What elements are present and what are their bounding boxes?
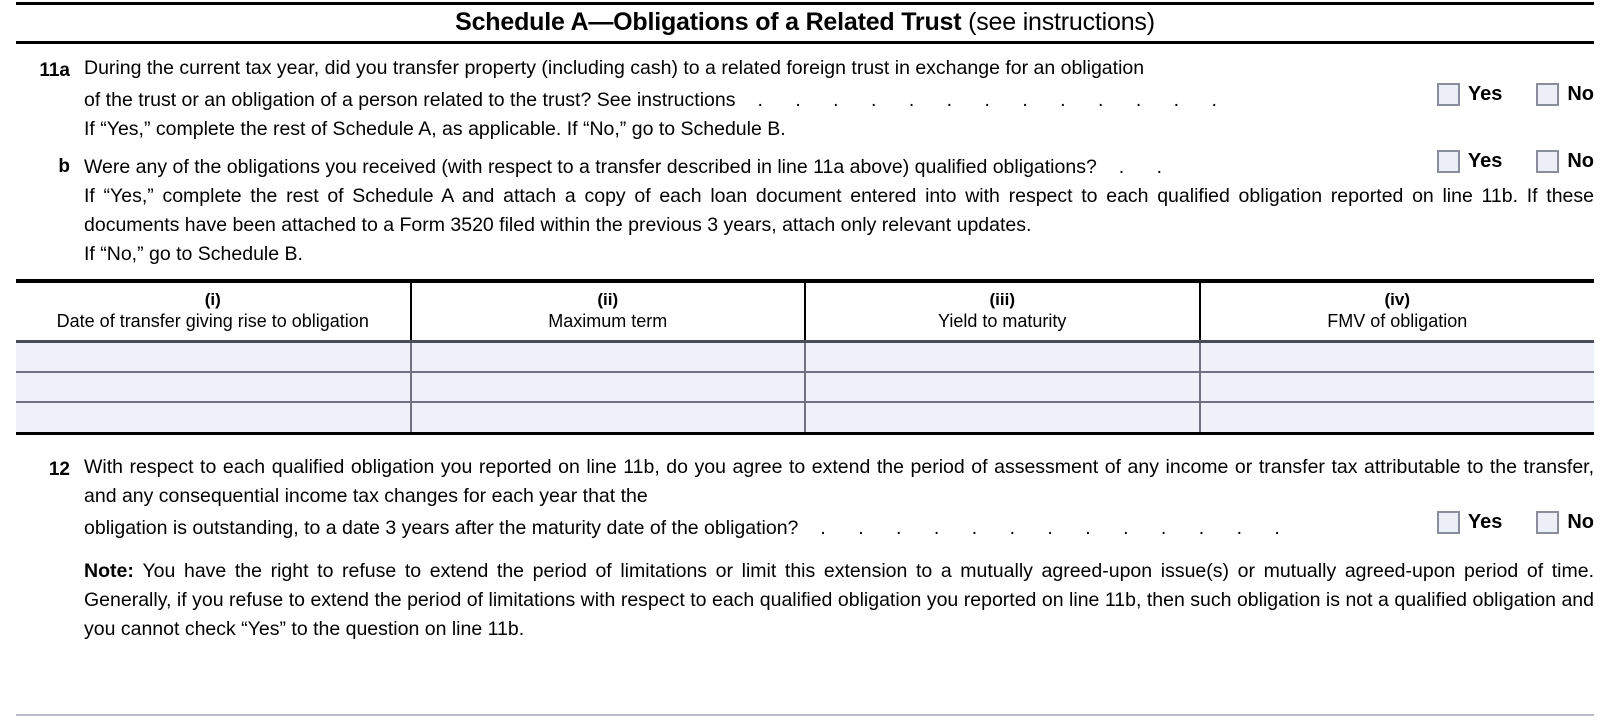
line-11a-yes-label: Yes	[1467, 83, 1503, 105]
table-cell[interactable]	[1199, 370, 1594, 402]
table-cell[interactable]	[1199, 400, 1594, 432]
line-12-number: 12	[48, 458, 70, 480]
line-11a-leader-line: of the trust or an obligation of a perso…	[84, 83, 1594, 115]
line-11a-row: 11a During the current tax year, did you…	[0, 54, 1610, 144]
line-12-row: 12 With respect to each qualified obliga…	[0, 453, 1610, 644]
line-11b-followup-no: If “No,” go to Schedule B.	[84, 243, 303, 265]
table-cell[interactable]	[805, 340, 1201, 372]
line-12-note: Note: You have the right to refuse to ex…	[84, 557, 1594, 644]
obligations-table: (i) Date of transfer giving rise to obli…	[16, 283, 1594, 432]
col-numeral-ii: (ii)	[597, 290, 619, 309]
line-11a-followup: If “Yes,” complete the rest of Schedule …	[84, 118, 786, 140]
line-11b-dot-leaders: . .	[1118, 156, 1176, 178]
col-numeral-iv: (iv)	[1384, 290, 1411, 309]
table-cell[interactable]	[1199, 340, 1594, 372]
col-numeral-i: (i)	[204, 290, 221, 309]
schedule-title-band: Schedule A—Obligations of a Related Trus…	[0, 5, 1610, 41]
line-12-dot-leaders: . . . . . . . . . . . . .	[820, 516, 1294, 539]
line-11b-leader-line: Were any of the obligations you received…	[84, 150, 1594, 182]
line-11a-text-line1: During the current tax year, did you tra…	[84, 57, 1145, 79]
line-11b-yes-checkbox[interactable]	[1436, 150, 1460, 173]
col-numeral-iii: (iii)	[989, 290, 1016, 309]
line-12-yes-label: Yes	[1467, 510, 1503, 533]
line-12-note-text: You have the right to refuse to extend t…	[84, 559, 1594, 640]
table-cell[interactable]	[805, 400, 1201, 432]
line-11b-row: b Were any of the obligations you receiv…	[0, 150, 1610, 269]
table-cell[interactable]	[410, 340, 806, 372]
schedule-title-see-instructions: (see instructions)	[968, 8, 1155, 36]
line-11a-no-label: No	[1567, 83, 1594, 105]
table-col-header-i: (i) Date of transfer giving rise to obli…	[16, 283, 412, 342]
line-12-note-label: Note:	[84, 559, 134, 582]
table-head: (i) Date of transfer giving rise to obli…	[16, 283, 1594, 342]
line-11b-no-checkbox[interactable]	[1536, 150, 1560, 173]
line-11b-question: Were any of the obligations you received…	[84, 156, 1097, 178]
line-11b-answers: Yes No	[1436, 150, 1594, 173]
line-11b-no-label: No	[1567, 150, 1594, 172]
line-12-text-block: With respect to each qualified obligatio…	[84, 455, 1594, 507]
table-cell[interactable]	[16, 340, 412, 372]
line-11b-body: Were any of the obligations you received…	[84, 150, 1594, 269]
line-12-answers: Yes No	[1436, 510, 1594, 534]
line-11a-answers: Yes No	[1436, 83, 1594, 106]
col-desc-i: Date of transfer giving rise to obligati…	[56, 311, 369, 331]
table-col-header-ii: (ii) Maximum term	[410, 283, 806, 342]
line-12-yes-checkbox[interactable]	[1436, 510, 1460, 534]
line-11a-text-line2: of the trust or an obligation of a perso…	[84, 89, 736, 111]
line-11a-body: During the current tax year, did you tra…	[84, 54, 1594, 144]
line-12-no-checkbox[interactable]	[1536, 510, 1560, 534]
table-cell[interactable]	[16, 370, 412, 402]
col-desc-iii: Yield to maturity	[938, 311, 1067, 331]
line-11a-no-checkbox[interactable]	[1536, 83, 1560, 106]
line-12-body: With respect to each qualified obligatio…	[84, 453, 1594, 644]
table-col-header-iii: (iii) Yield to maturity	[805, 283, 1201, 342]
line-11a-yes-checkbox[interactable]	[1436, 83, 1460, 106]
line-11a-dot-leaders: . . . . . . . . . . . . .	[757, 89, 1231, 111]
col-desc-ii: Maximum term	[548, 311, 668, 331]
table-body	[16, 340, 1594, 432]
line-11b-number: b	[58, 156, 70, 177]
line-11a-number: 11a	[39, 60, 70, 81]
obligations-table-wrapper: (i) Date of transfer giving rise to obli…	[16, 279, 1594, 435]
schedule-title: Schedule A—Obligations of a Related Trus…	[455, 8, 962, 36]
table-col-header-iv: (iv) FMV of obligation	[1200, 283, 1595, 342]
table-row	[16, 400, 1594, 432]
line-11b-followup-yes: If “Yes,” complete the rest of Schedule …	[84, 185, 1594, 236]
page-bottom-rule	[16, 714, 1594, 716]
table-cell[interactable]	[410, 400, 806, 432]
line-11b-yes-label: Yes	[1467, 150, 1503, 172]
line-12-no-label: No	[1567, 510, 1594, 533]
line-12-leader-line: obligation is outstanding, to a date 3 y…	[84, 510, 1594, 543]
col-desc-iv: FMV of obligation	[1327, 311, 1468, 331]
line-12-text-last: obligation is outstanding, to a date 3 y…	[84, 516, 799, 539]
table-cell[interactable]	[16, 400, 412, 432]
table-bottom-rule	[16, 431, 1594, 435]
table-cell[interactable]	[410, 370, 806, 402]
table-row	[16, 340, 1594, 372]
table-cell[interactable]	[805, 370, 1201, 402]
table-header-row: (i) Date of transfer giving rise to obli…	[16, 283, 1594, 342]
table-row	[16, 370, 1594, 402]
